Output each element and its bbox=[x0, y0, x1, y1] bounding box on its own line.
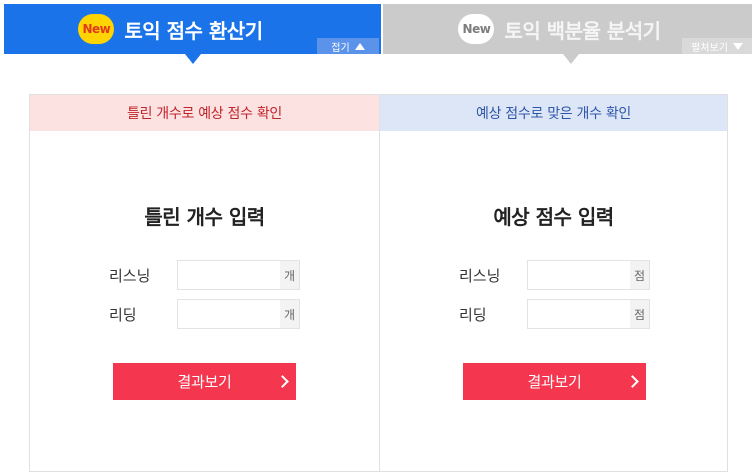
expand-button[interactable]: 펼쳐보기 bbox=[682, 38, 752, 54]
reading-label: 리딩 bbox=[109, 305, 137, 324]
tab-title: 토익 점수 환산기 bbox=[124, 18, 263, 43]
listening-input[interactable] bbox=[528, 261, 630, 289]
button-label: 결과보기 bbox=[527, 373, 582, 391]
tab-score-converter[interactable]: New 토익 점수 환산기 접기 bbox=[4, 4, 381, 54]
unit-label: 점 bbox=[630, 261, 649, 289]
tab-bar: New 토익 점수 환산기 접기 New 토익 백분율 분석기 펼쳐보기 bbox=[4, 4, 752, 54]
expand-label: 펼쳐보기 bbox=[691, 42, 728, 54]
reading-input[interactable] bbox=[528, 300, 630, 328]
triangle-up-icon bbox=[354, 42, 365, 50]
reading-input[interactable] bbox=[178, 300, 280, 328]
new-badge: New bbox=[78, 14, 115, 44]
panel-header: 틀린 개수로 예상 점수 확인 bbox=[30, 95, 379, 131]
button-label: 결과보기 bbox=[177, 373, 232, 391]
panel-title: 틀린 개수 입력 bbox=[144, 205, 265, 229]
listening-field: 개 bbox=[177, 260, 300, 290]
view-result-button[interactable]: 결과보기 bbox=[463, 363, 646, 400]
reading-field: 점 bbox=[527, 299, 650, 329]
listening-label: 리스닝 bbox=[109, 266, 151, 285]
expected-score-panel: 예상 점수로 맞은 개수 확인 예상 점수 입력 리스닝 점 리딩 점 결과보기 bbox=[379, 94, 728, 472]
listening-row: 리스닝 점 bbox=[380, 260, 727, 290]
tab-percentile-analyzer[interactable]: New 토익 백분율 분석기 펼쳐보기 bbox=[383, 4, 752, 54]
listening-label: 리스닝 bbox=[459, 266, 501, 285]
reading-label: 리딩 bbox=[459, 305, 487, 324]
collapse-label: 접기 bbox=[331, 42, 350, 54]
listening-input[interactable] bbox=[178, 261, 280, 289]
view-result-button[interactable]: 결과보기 bbox=[113, 363, 296, 400]
wrong-count-panel: 틀린 개수로 예상 점수 확인 틀린 개수 입력 리스닝 개 리딩 개 결과보기 bbox=[29, 94, 379, 472]
unit-label: 점 bbox=[630, 300, 649, 328]
active-tab-pointer bbox=[185, 54, 201, 64]
reading-row: 리딩 개 bbox=[30, 299, 379, 329]
listening-field: 점 bbox=[527, 260, 650, 290]
chevron-right-icon bbox=[626, 375, 639, 388]
unit-label: 개 bbox=[280, 300, 299, 328]
panel-title: 예상 점수 입력 bbox=[493, 205, 614, 229]
reading-field: 개 bbox=[177, 299, 300, 329]
reading-row: 리딩 점 bbox=[380, 299, 727, 329]
tab-title: 토익 백분율 분석기 bbox=[504, 18, 661, 43]
chevron-right-icon bbox=[276, 375, 289, 388]
collapse-button[interactable]: 접기 bbox=[317, 38, 379, 54]
new-badge: New bbox=[458, 14, 495, 44]
inactive-tab-pointer bbox=[563, 54, 579, 64]
unit-label: 개 bbox=[280, 261, 299, 289]
panel-header: 예상 점수로 맞은 개수 확인 bbox=[380, 95, 727, 131]
listening-row: 리스닝 개 bbox=[30, 260, 379, 290]
triangle-down-icon bbox=[732, 42, 743, 50]
